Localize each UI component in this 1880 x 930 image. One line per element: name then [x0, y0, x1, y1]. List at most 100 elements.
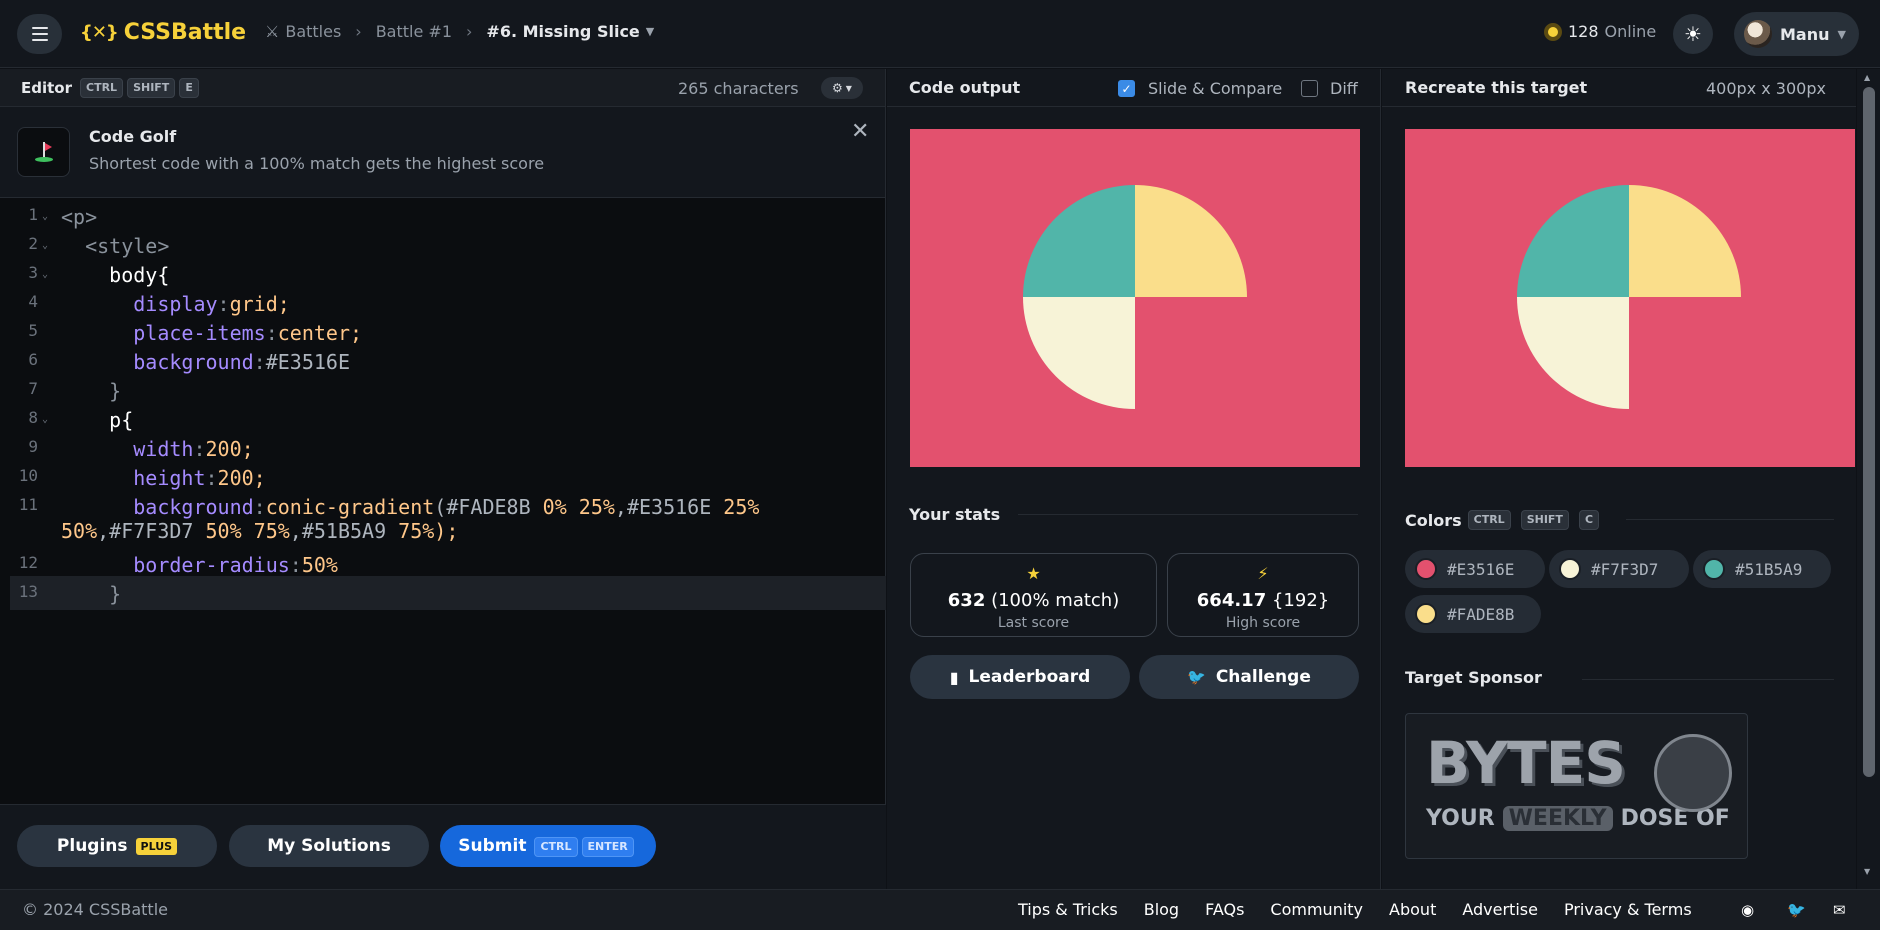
- divider: [1626, 519, 1834, 520]
- code-token: 25%: [723, 495, 760, 519]
- leaderboard-button[interactable]: ▮ Leaderboard: [910, 655, 1130, 699]
- code-editor[interactable]: 1 ⌄ <p> 2 ⌄ <style> 3 ⌄ body{ 4 display:grid…: [0, 199, 886, 799]
- color-hex: #51B5A9: [1735, 559, 1803, 579]
- plugins-label: Plugins: [56, 836, 128, 856]
- color-chip[interactable]: #FADE8B: [1405, 595, 1541, 633]
- code-token: grid;: [229, 292, 290, 316]
- color-hex: #F7F3D7: [1591, 559, 1659, 579]
- code-line-active: 13 }: [10, 576, 886, 610]
- chevron-right-icon: ›: [355, 22, 362, 41]
- code-token: }: [109, 582, 122, 606]
- footer-link-community[interactable]: Community: [1270, 900, 1363, 919]
- line-number: 2: [28, 234, 38, 253]
- sponsor-title: Target Sponsor: [1405, 668, 1542, 687]
- close-icon[interactable]: ✕: [851, 119, 869, 144]
- plugins-button[interactable]: Plugins PLUS: [17, 825, 217, 867]
- output-title: Code output: [909, 78, 1021, 97]
- target-header: Recreate this target 400px x 300px: [1382, 69, 1856, 107]
- app-name: CSSBattle: [123, 20, 247, 45]
- footer-link-blog[interactable]: Blog: [1144, 900, 1179, 919]
- quarter-cream: [1517, 297, 1629, 409]
- code-token: 50% 75%: [205, 519, 290, 543]
- editor-settings-button[interactable]: ⚙ ▼: [821, 77, 863, 99]
- diff-checkbox[interactable]: [1301, 80, 1318, 97]
- scroll-down-icon[interactable]: ▼: [1864, 867, 1870, 876]
- code-token: 75%: [398, 519, 435, 543]
- copyright: © 2024 CSSBattle: [22, 900, 168, 919]
- kbd-ctrl: CTRL: [534, 837, 578, 857]
- slide-compare-label[interactable]: Slide & Compare: [1148, 79, 1282, 98]
- color-chip[interactable]: #F7F3D7: [1549, 550, 1689, 588]
- target-panel: Recreate this target 400px x 300px Color…: [1382, 69, 1856, 889]
- gear-icon: ⚙: [832, 81, 843, 95]
- target-canvas[interactable]: [1405, 129, 1855, 467]
- color-chip[interactable]: #51B5A9: [1693, 550, 1831, 588]
- sponsor-your: YOUR: [1426, 806, 1495, 831]
- code-token: );: [434, 519, 459, 543]
- line-number: 9: [28, 437, 38, 456]
- editor-header: Editor CTRL SHIFT E 265 characters ⚙ ▼: [0, 69, 885, 107]
- avatar: [1744, 20, 1772, 48]
- submit-label: Submit: [458, 836, 527, 856]
- hamburger-menu-button[interactable]: [17, 14, 62, 54]
- kbd-ctrl: CTRL: [80, 77, 124, 98]
- chevron-right-icon: ›: [466, 22, 473, 41]
- discord-icon[interactable]: ◉: [1741, 901, 1754, 919]
- fold-icon[interactable]: ⌄: [42, 240, 48, 251]
- code-output-panel: Code output ✓ Slide & Compare Diff Your …: [887, 69, 1381, 889]
- color-swatch-icon: [1415, 603, 1437, 625]
- logo[interactable]: {✕} CSSBattle: [80, 20, 246, 45]
- challenge-button[interactable]: 🐦 Challenge: [1139, 655, 1359, 699]
- slide-compare-checkbox[interactable]: ✓: [1118, 80, 1135, 97]
- high-score-value: 664.17: [1196, 590, 1267, 611]
- fold-icon[interactable]: ⌄: [42, 269, 48, 280]
- user-menu[interactable]: Manu ▼: [1734, 12, 1859, 56]
- theme-toggle-button[interactable]: ☀: [1673, 14, 1713, 54]
- divider: [1018, 514, 1358, 515]
- code-token: body{: [109, 263, 170, 287]
- code-token: 50%: [61, 519, 98, 543]
- line-number: 5: [28, 321, 38, 340]
- chevron-down-icon: ▼: [1837, 27, 1846, 41]
- scroll-up-icon[interactable]: ▲: [1864, 73, 1870, 82]
- mail-icon[interactable]: ✉: [1833, 901, 1846, 919]
- footer-link-privacy[interactable]: Privacy & Terms: [1564, 900, 1692, 919]
- breadcrumb-battles[interactable]: Battles: [285, 22, 341, 41]
- color-swatch-icon: [1415, 558, 1437, 580]
- code-token: <p>: [61, 205, 98, 229]
- code-token: center;: [277, 321, 363, 345]
- footer-link-about[interactable]: About: [1389, 900, 1436, 919]
- footer-link-faqs[interactable]: FAQs: [1205, 900, 1244, 919]
- sponsor-logo[interactable]: BYTES YOUR WEEKLY DOSE OF: [1405, 713, 1748, 859]
- submit-button[interactable]: Submit CTRL ENTER: [440, 825, 656, 867]
- footer-links: Tips & Tricks Blog FAQs Community About …: [1018, 900, 1692, 919]
- my-solutions-button[interactable]: My Solutions: [229, 825, 429, 867]
- logo-mark: {✕}: [80, 22, 119, 43]
- chevron-down-icon: ▼: [645, 25, 655, 38]
- twitter-icon[interactable]: 🐦: [1787, 901, 1806, 919]
- kbd-e: E: [179, 77, 199, 98]
- scrollbar[interactable]: ▲ ▼: [1857, 69, 1880, 889]
- color-chip[interactable]: #E3516E: [1405, 550, 1545, 588]
- line-number: 4: [28, 292, 38, 311]
- code-line: 11 background:conic-gradient(#FADE8B 0% …: [0, 489, 886, 552]
- fold-icon[interactable]: ⌄: [42, 414, 48, 425]
- quarter-cream: [1023, 297, 1135, 409]
- colors-header: Colors CTRL SHIFT C: [1405, 510, 1603, 530]
- breadcrumb-battle[interactable]: Battle #1: [376, 22, 452, 41]
- line-number: 13: [18, 582, 38, 601]
- code-token: background: [133, 350, 254, 374]
- editor-title: Editor: [21, 78, 72, 97]
- quarter-yellow: [1629, 185, 1741, 297]
- code-token: ,#E3516E: [614, 495, 724, 519]
- scrollbar-thumb[interactable]: [1863, 87, 1875, 777]
- code-token: 200;: [205, 437, 254, 461]
- diff-label[interactable]: Diff: [1330, 79, 1358, 98]
- breadcrumb-current[interactable]: #6. Missing Slice ▼: [486, 22, 654, 41]
- fold-icon[interactable]: ⌄: [42, 211, 48, 222]
- footer-link-tips[interactable]: Tips & Tricks: [1018, 900, 1118, 919]
- line-number: 3: [28, 263, 38, 282]
- output-canvas[interactable]: [910, 129, 1360, 467]
- swords-icon: ⚔: [265, 22, 280, 41]
- footer-link-advertise[interactable]: Advertise: [1462, 900, 1538, 919]
